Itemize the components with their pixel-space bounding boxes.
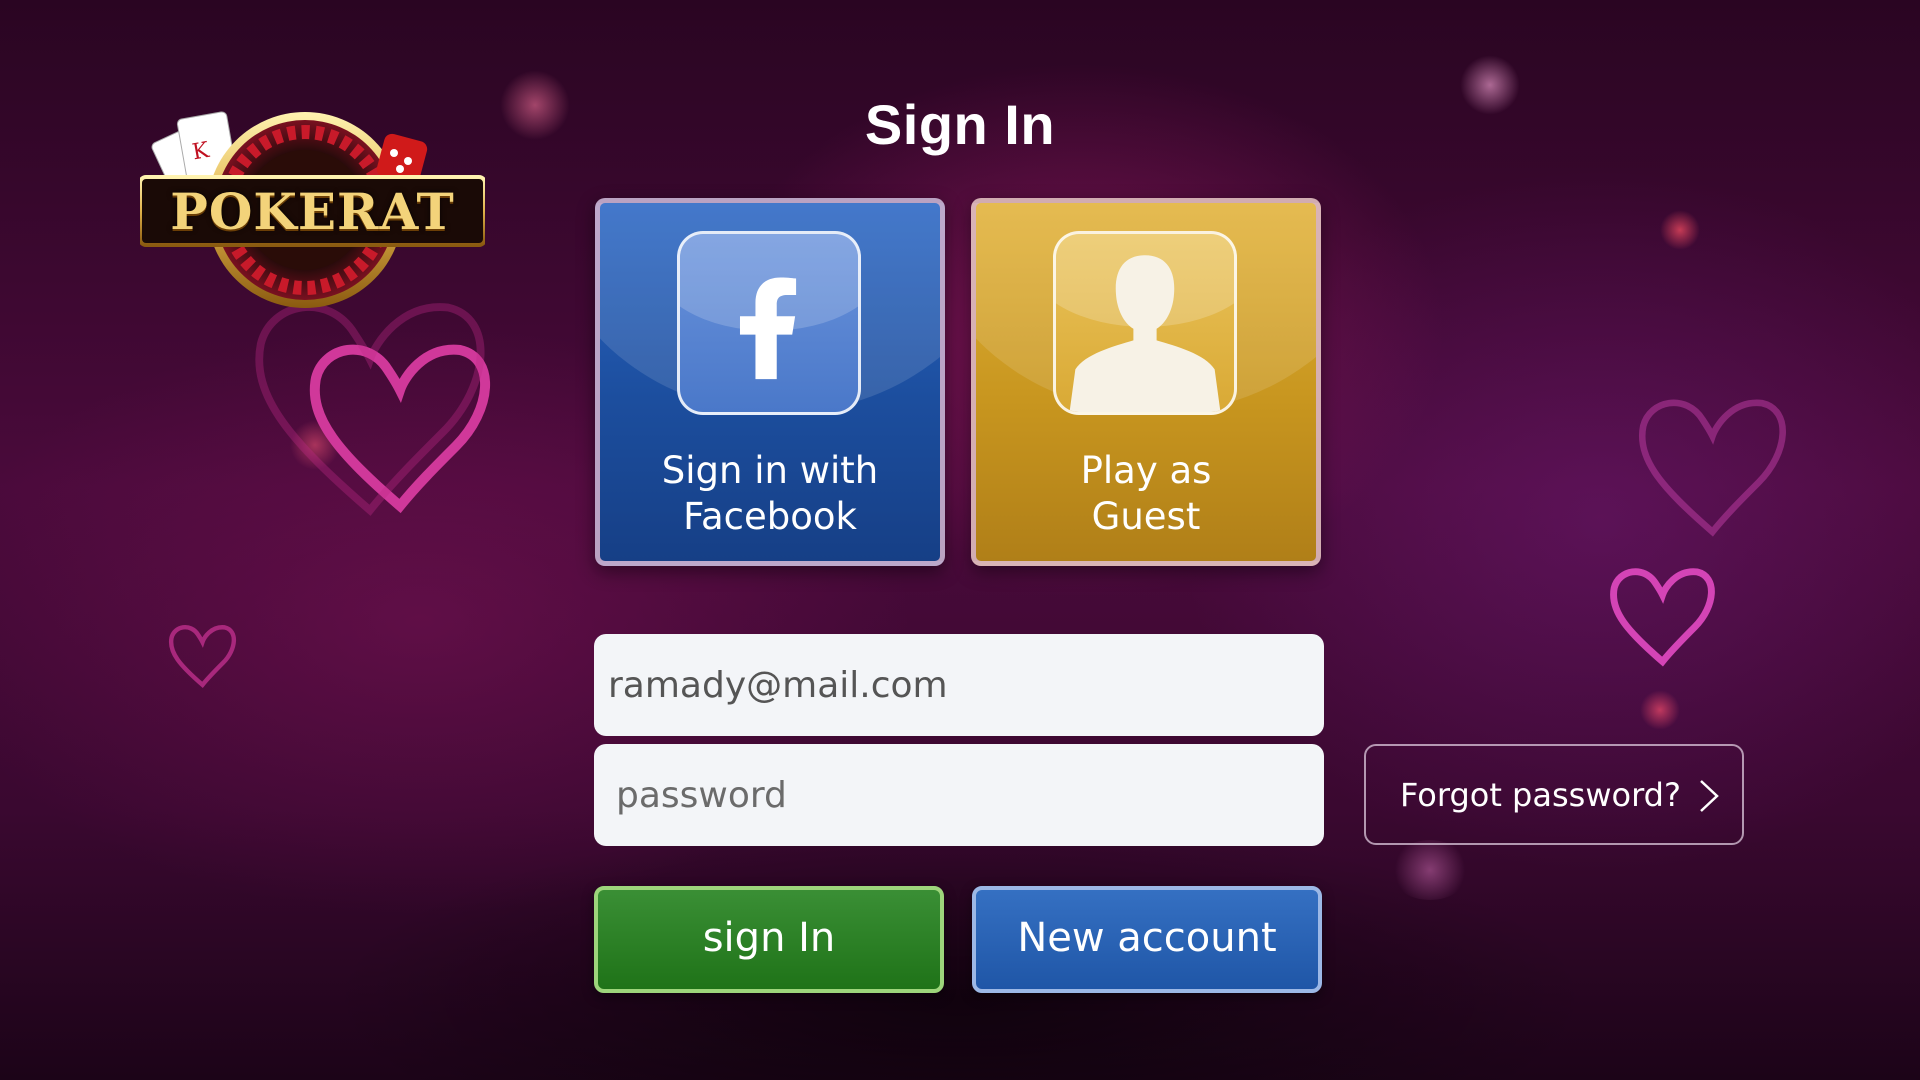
logo-text: POKERAT (170, 182, 455, 241)
facebook-label-line-1: Sign in with (661, 449, 879, 492)
password-input[interactable] (594, 744, 1324, 846)
heart-decoration-icon (1638, 399, 1786, 537)
heart-decoration-icon (309, 344, 490, 514)
guest-label: Play as Guest (976, 448, 1316, 540)
chevron-right-icon (1700, 780, 1719, 812)
bokeh-light (1640, 690, 1680, 730)
bokeh-light (1660, 210, 1700, 250)
email-input[interactable] (594, 634, 1324, 736)
sign-in-button[interactable]: sign In (594, 886, 944, 993)
bokeh-light (290, 420, 340, 470)
heart-decoration-icon (1610, 568, 1715, 667)
forgot-password-label: Forgot password? (1400, 776, 1681, 814)
new-account-button[interactable]: New account (972, 886, 1322, 993)
forgot-password-button[interactable]: Forgot password? (1364, 744, 1744, 845)
facebook-sign-in-button[interactable]: Sign in with Facebook (595, 198, 945, 566)
facebook-label-line-2: Facebook (683, 495, 857, 538)
guest-label-line-2: Guest (1091, 495, 1201, 538)
bokeh-light (1390, 840, 1470, 900)
guest-label-line-1: Play as (1080, 449, 1212, 492)
facebook-icon (677, 231, 861, 415)
page-title: Sign In (864, 93, 1056, 156)
guest-user-icon (1053, 231, 1237, 415)
facebook-sign-in-label: Sign in with Facebook (600, 448, 940, 540)
play-as-guest-button[interactable]: Play as Guest (971, 198, 1321, 566)
heart-decoration-icon (168, 625, 237, 689)
